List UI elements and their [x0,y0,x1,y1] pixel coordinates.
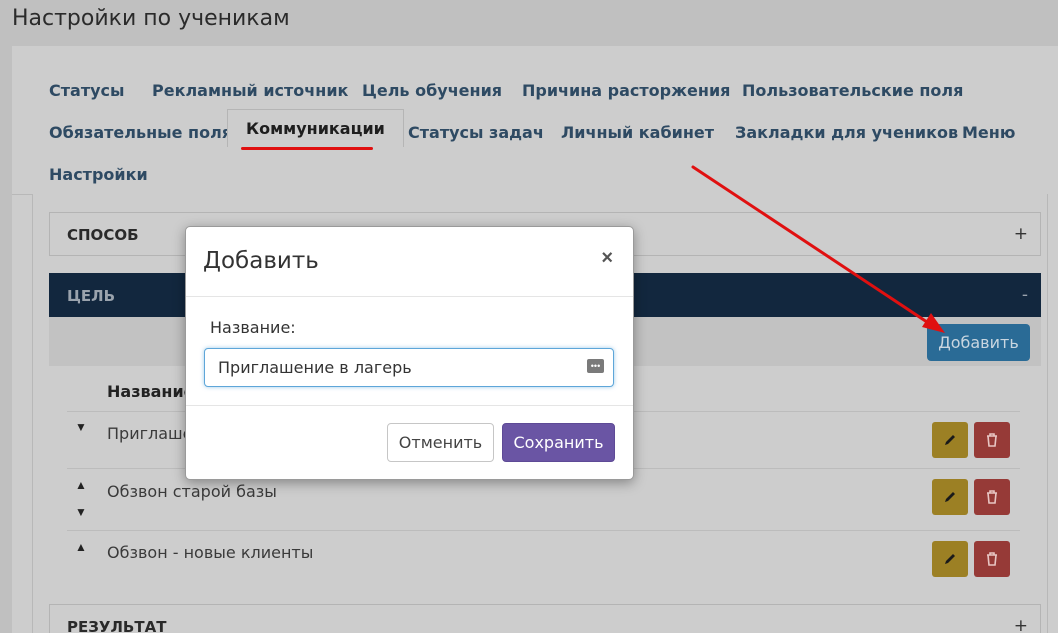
trash-icon [987,490,997,504]
table-row-name: Приглаше [107,424,193,443]
tab-communications[interactable]: Коммуникации [227,109,404,147]
expand-icon[interactable]: + [1014,224,1028,244]
dialog-title: Добавить [203,248,319,274]
arrow-up-icon[interactable]: ▲ [75,540,87,554]
delete-button[interactable] [974,541,1010,577]
arrow-up-icon[interactable]: ▲ [75,478,87,492]
add-goal-button[interactable]: Добавить [927,324,1030,361]
tab-learning-goal[interactable]: Цель обучения [362,81,502,100]
save-button[interactable]: Сохранить [502,423,615,462]
dialog-footer-divider [186,405,633,406]
section-method-label: СПОСОБ [67,226,139,244]
pencil-icon [945,435,955,445]
column-header-name: Название [107,382,195,401]
cancel-button[interactable]: Отменить [387,423,494,462]
dialog-header-divider [186,296,633,297]
arrow-down-icon[interactable]: ▼ [75,420,87,434]
delete-button[interactable] [974,479,1010,515]
tab-menu[interactable]: Меню [962,123,1015,142]
edit-button[interactable] [932,422,968,458]
name-field-label: Название: [210,318,296,337]
pencil-icon [945,492,955,502]
password-dots-icon[interactable]: ••• [587,359,604,373]
page-title: Настройки по ученикам [12,6,290,31]
delete-button[interactable] [974,422,1010,458]
tab-personal-cabinet[interactable]: Личный кабинет [561,123,714,142]
collapse-icon[interactable]: - [1022,285,1028,305]
tab-statuses[interactable]: Статусы [49,81,124,100]
pencil-icon [945,554,955,564]
tab-ad-source[interactable]: Рекламный источник [152,81,348,100]
tab-settings[interactable]: Настройки [49,165,148,184]
trash-icon [987,433,997,447]
trash-icon [987,552,997,566]
row-divider [67,530,1020,531]
edit-button[interactable] [932,541,968,577]
tab-task-statuses[interactable]: Статусы задач [408,123,544,142]
table-row-name: Обзвон старой базы [107,482,277,501]
arrow-down-icon[interactable]: ▼ [75,505,87,519]
annotation-underline [241,147,373,150]
table-row-name: Обзвон - новые клиенты [107,543,314,562]
close-icon[interactable]: × [601,247,613,270]
section-goal-label: ЦЕЛЬ [67,287,116,305]
name-input[interactable] [204,348,614,387]
add-dialog: Добавить × Название: ••• Отменить Сохран… [185,226,634,480]
tab-termination-reason[interactable]: Причина расторжения [522,81,730,100]
tab-required-fields[interactable]: Обязательные поля [49,123,232,142]
tab-student-bookmarks[interactable]: Закладки для учеников [735,123,958,142]
tab-custom-fields[interactable]: Пользовательские поля [742,81,963,100]
expand-icon[interactable]: + [1014,616,1028,633]
edit-button[interactable] [932,479,968,515]
section-result-header[interactable]: РЕЗУЛЬТАТ + [49,604,1041,633]
section-result-label: РЕЗУЛЬТАТ [67,618,167,633]
